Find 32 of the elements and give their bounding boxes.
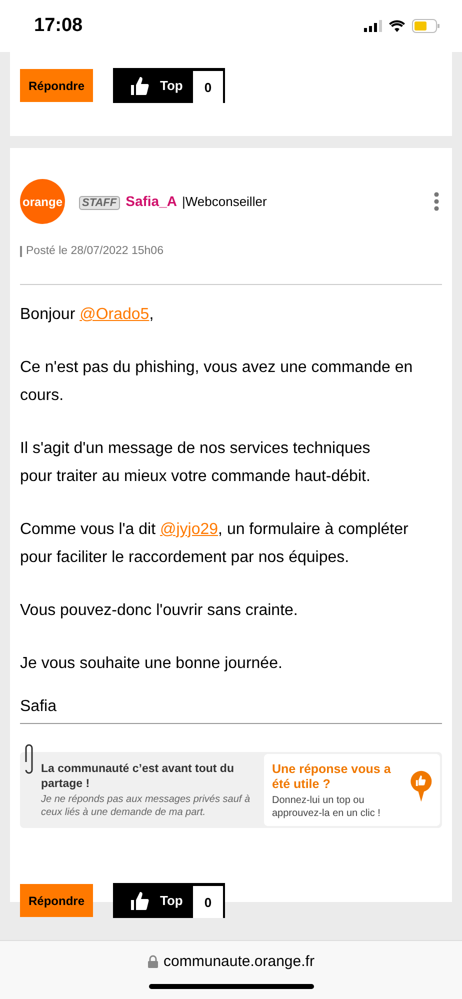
message-text: Il s'agit d'un message de nos services techniques — [20, 439, 372, 459]
message-text: Comme vous l'a dit @jyjo29, un formulaire à compléter pour faciliter le raccordement par nos équipes. — [20, 520, 410, 568]
message-text: Bonjour @Orado5, — [20, 305, 155, 325]
status-time: 17:08 — [34, 15, 83, 37]
avatar: orange — [20, 179, 65, 224]
message-text: Ce n'est pas du phishing, vous avez une commande en cours. — [20, 358, 414, 406]
top-button[interactable]: Top 0 — [113, 68, 225, 103]
thumbs-up-icon — [130, 890, 150, 910]
top-count: 0 — [193, 71, 223, 103]
top-button[interactable]: Top 0 — [113, 883, 225, 918]
thumbs-up-icon — [130, 76, 150, 96]
top-count: 0 — [193, 886, 223, 918]
post-date: Posté le 28/07/2022 15h06 — [20, 246, 442, 257]
reply-button[interactable]: Répondre — [20, 884, 93, 917]
staff-badge: STAFF — [79, 196, 120, 210]
lock-icon — [148, 955, 158, 968]
message-text: Je vous souhaite une bonne journée. — [20, 654, 284, 674]
reply-button[interactable]: Répondre — [20, 69, 93, 102]
banner-note: Je ne réponds pas aux messages privés sauf à ceux liés à une demande de ma part. — [41, 793, 252, 819]
url-text[interactable]: communaute.orange.fr — [164, 953, 314, 970]
message-text: Vous pouvez-donc l'ouvrir sans crainte. — [20, 601, 299, 621]
author-role: |Webconseiller — [182, 194, 267, 208]
battery-icon — [412, 19, 440, 33]
cta-text: Donnez-lui un top ou approuvez-la en un clic ! — [272, 794, 382, 820]
more-icon[interactable] — [434, 192, 439, 211]
wifi-icon — [389, 20, 405, 32]
author-link[interactable]: Safia_A — [126, 192, 177, 208]
signal-icon — [364, 20, 382, 32]
message-text: pour traiter au mieux votre commande haut-débit. — [20, 467, 372, 487]
banner-title: La communauté c’est avant tout du partage ! — [41, 762, 235, 792]
signature: Safia — [20, 693, 442, 724]
cta-title: Une réponse vous a été utile ? — [272, 762, 392, 792]
